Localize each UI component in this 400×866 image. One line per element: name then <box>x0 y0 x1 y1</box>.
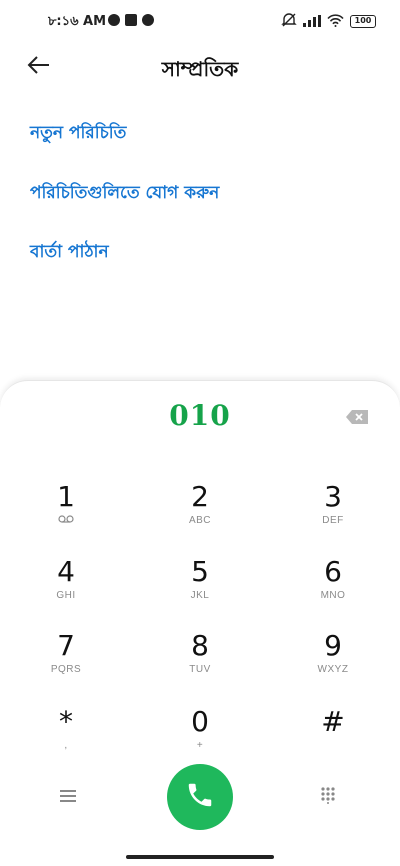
key-digit: * <box>59 705 73 738</box>
voicemail-icon <box>6 515 126 526</box>
key-star[interactable]: * , <box>6 706 126 770</box>
key-7[interactable]: 7 PQRS <box>6 630 126 694</box>
key-letters: TUV <box>189 664 211 675</box>
key-digit: 7 <box>57 629 75 662</box>
call-icon <box>185 780 215 814</box>
key-digit: 2 <box>191 480 209 513</box>
key-letters: ABC <box>188 515 212 526</box>
key-3[interactable]: 3 DEF <box>273 481 393 545</box>
backspace-button[interactable] <box>346 409 368 424</box>
signal-icon <box>303 12 321 31</box>
key-5[interactable]: 5 JKL <box>140 556 260 620</box>
menu-button[interactable] <box>60 788 76 807</box>
status-time: ৮:১৬ AM <box>48 14 107 29</box>
key-letters: JKL <box>190 590 210 601</box>
key-hash[interactable]: # <box>273 706 393 770</box>
add-to-contacts-link[interactable]: পরিচিতিগুলিতে যোগ করুন <box>30 180 219 208</box>
app-icon <box>125 14 137 26</box>
backspace-icon <box>346 409 368 428</box>
mute-icon <box>281 12 297 31</box>
home-indicator[interactable] <box>126 855 274 859</box>
key-6[interactable]: 6 MNO <box>273 556 393 620</box>
key-9[interactable]: 9 WXYZ <box>273 630 393 694</box>
dial-panel: 010 1 2 ABC 3 DEF 4 GHI 5 JKL 6 MNO 7 PQ… <box>0 380 400 866</box>
new-contact-link[interactable]: নতুন পরিচিতি <box>30 120 126 148</box>
key-letters: GHI <box>56 590 76 601</box>
battery-indicator: 100 <box>350 15 376 28</box>
key-digit: 5 <box>191 555 209 588</box>
keypad-toggle-button[interactable] <box>320 786 336 808</box>
dialed-number: 010 <box>169 399 231 432</box>
key-letters: , <box>64 740 68 751</box>
notification-icon <box>108 14 120 26</box>
status-right-icons: 100 <box>281 12 376 31</box>
key-letters: PQRS <box>50 664 82 675</box>
call-button[interactable] <box>167 764 233 830</box>
key-0[interactable]: 0 + <box>140 706 260 770</box>
key-digit: 9 <box>324 629 342 662</box>
key-2[interactable]: 2 ABC <box>140 481 260 545</box>
page-title: সাম্প্রতিক <box>161 57 239 81</box>
key-letters: DEF <box>322 515 344 526</box>
notification-icon-2 <box>142 14 154 26</box>
key-4[interactable]: 4 GHI <box>6 556 126 620</box>
key-digit: 3 <box>324 480 342 513</box>
key-letters: WXYZ <box>317 664 349 675</box>
keypad-icon <box>320 787 336 808</box>
send-message-link[interactable]: বার্তা পাঠান <box>30 239 109 267</box>
wifi-icon <box>327 12 344 31</box>
key-digit: 0 <box>191 705 209 738</box>
key-digit: 8 <box>191 629 209 662</box>
key-letters: MNO <box>320 590 346 601</box>
key-digit: # <box>321 705 345 738</box>
header: সাম্প্রতিক <box>0 44 400 90</box>
key-8[interactable]: 8 TUV <box>140 630 260 694</box>
status-bar: ৮:১৬ AM 100 <box>0 0 400 44</box>
key-1[interactable]: 1 <box>6 481 126 545</box>
key-digit: 1 <box>57 480 75 513</box>
key-digit: 4 <box>57 555 75 588</box>
key-letters: + <box>196 740 204 751</box>
menu-icon <box>60 788 76 807</box>
key-digit: 6 <box>324 555 342 588</box>
